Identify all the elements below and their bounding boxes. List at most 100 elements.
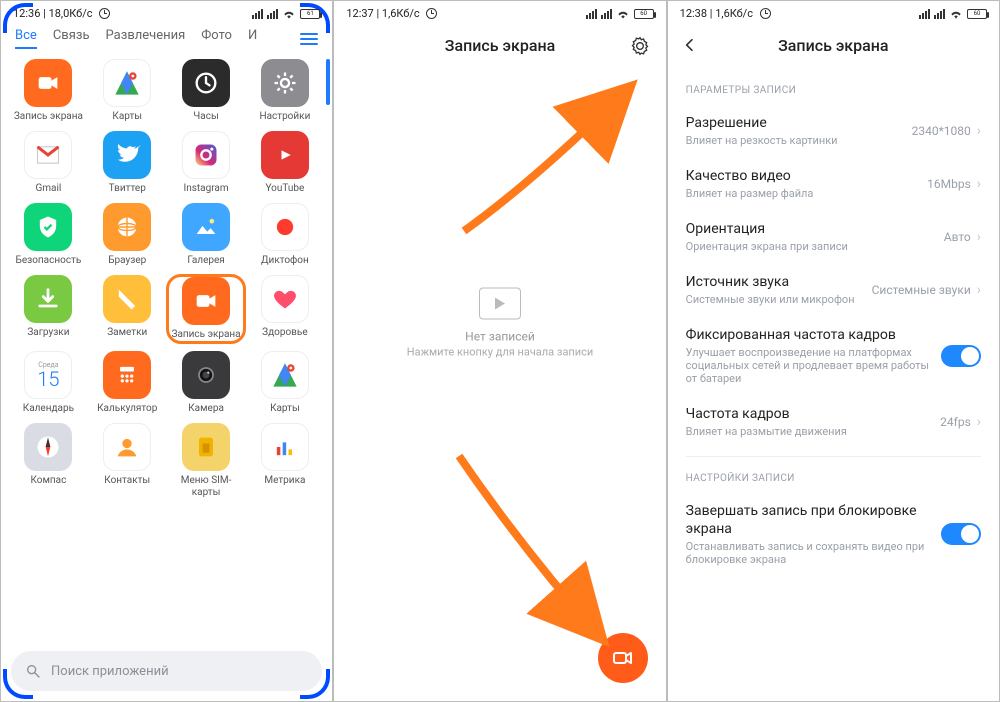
phone-recorder-settings: 12:38 | 1,6Кб/с 60 Запись экрана ПАРАМЕТ… — [667, 0, 1000, 702]
app-label: Калькулятор — [97, 403, 157, 415]
app-label: YouTube — [265, 183, 304, 195]
tab-communication[interactable]: Связь — [53, 28, 90, 49]
app-компас[interactable]: Компас — [9, 423, 88, 499]
app-камера[interactable]: Камера — [167, 351, 246, 415]
cam-icon — [24, 59, 72, 107]
app-диктофон[interactable]: Диктофон — [245, 203, 324, 267]
rec-icon — [261, 203, 309, 251]
toggle-switch[interactable] — [941, 345, 981, 367]
app-здоровье[interactable]: Здоровье — [245, 275, 324, 343]
app-браузер[interactable]: Браузер — [88, 203, 167, 267]
setting-title: Источник звука — [686, 273, 872, 291]
chevron-right-icon: › — [977, 282, 981, 298]
signal-icon — [601, 9, 612, 19]
setting-title: Фиксированная частота кадров — [686, 326, 941, 344]
setting-row[interactable]: Завершать запись при блокировке экранаОс… — [686, 492, 981, 576]
bars-icon — [261, 423, 309, 471]
category-tabs: Все Связь Развлечения Фото И — [1, 22, 332, 53]
app-label: Твиттер — [109, 183, 146, 195]
app-загрузки[interactable]: Загрузки — [9, 275, 88, 343]
setting-subtitle: Улучшает воспроизведение на платформах с… — [686, 346, 941, 385]
setting-row[interactable]: ОриентацияОриентация экрана при записиАв… — [686, 210, 981, 263]
battery-icon: 61 — [300, 9, 320, 19]
app-настройки[interactable]: Настройки — [245, 59, 324, 123]
setting-title: Разрешение — [686, 114, 912, 132]
setting-row[interactable]: Качество видеоВлияет на размер файла16Mb… — [686, 157, 981, 210]
annotation-arrow-icon — [444, 441, 644, 661]
battery-icon: 60 — [634, 9, 654, 19]
annotation-arrow-icon — [444, 71, 654, 251]
wifi-icon — [282, 9, 296, 19]
compass-icon — [24, 423, 72, 471]
twitter-icon — [103, 131, 151, 179]
wifi-icon — [949, 9, 963, 19]
setting-row[interactable]: Фиксированная частота кадров Улучшает вос… — [686, 316, 981, 395]
app-label: Галерея — [187, 255, 224, 267]
search-bar[interactable]: Поиск приложений — [11, 651, 322, 691]
app-меню-sim-карты[interactable]: Меню SIM-карты — [167, 423, 246, 499]
shield-icon — [24, 203, 72, 251]
status-right: 60 — [586, 9, 654, 19]
empty-subtitle: Нажмите кнопку для начала записи — [334, 346, 665, 359]
signal-icon — [267, 9, 278, 19]
app-grid: Запись экранаКартыЧасыНастройкиGmailТвит… — [1, 53, 332, 505]
app-метрика[interactable]: Метрика — [245, 423, 324, 499]
calendar-icon: Среда15 — [24, 351, 72, 399]
setting-subtitle: Влияет на размытие движения — [686, 425, 941, 438]
settings-section-1: ПАРАМЕТРЫ ЗАПИСИ РазрешениеВлияет на рез… — [668, 85, 999, 576]
search-placeholder: Поиск приложений — [51, 664, 169, 679]
cam-icon — [182, 277, 230, 325]
notes-icon — [103, 275, 151, 323]
app-label: Загрузки — [27, 327, 69, 339]
app-карты[interactable]: Карты — [245, 351, 324, 415]
clock-icon — [182, 59, 230, 107]
setting-subtitle: Влияет на размер файла — [686, 187, 927, 200]
tab-more[interactable]: И — [248, 28, 257, 49]
calc-icon — [103, 351, 151, 399]
setting-row[interactable]: Частота кадров Влияет на размытие движени… — [686, 395, 981, 448]
scrollbar[interactable] — [326, 59, 330, 105]
app-header: Запись экрана — [668, 22, 999, 69]
settings-button[interactable] — [630, 36, 650, 60]
setting-subtitle: Останавливать запись и сохранять видео п… — [686, 540, 941, 566]
app-label: Браузер — [108, 255, 146, 267]
signal-icon — [252, 9, 263, 19]
app-gmail[interactable]: Gmail — [9, 131, 88, 195]
setting-row[interactable]: РазрешениеВлияет на резкость картинки234… — [686, 104, 981, 157]
app-заметки[interactable]: Заметки — [88, 275, 167, 343]
setting-title: Частота кадров — [686, 405, 941, 423]
wifi-icon — [616, 9, 630, 19]
app-label: Камера — [188, 403, 224, 415]
app-запись-экрана[interactable]: Запись экрана — [167, 275, 246, 343]
chevron-left-icon — [682, 37, 698, 53]
app-галерея[interactable]: Галерея — [167, 203, 246, 267]
camera-icon — [182, 351, 230, 399]
chevron-right-icon: › — [977, 176, 981, 192]
chevron-right-icon: › — [977, 123, 981, 139]
setting-value: 24fps — [940, 415, 971, 429]
app-label: Часы — [193, 111, 218, 123]
app-твиттер[interactable]: Твиттер — [88, 131, 167, 195]
app-label: Контакты — [104, 475, 150, 487]
contacts-icon — [103, 423, 151, 471]
setting-title: Ориентация — [686, 220, 944, 238]
search-icon — [25, 663, 41, 679]
app-калькулятор[interactable]: Калькулятор — [88, 351, 167, 415]
app-youtube[interactable]: YouTube — [245, 131, 324, 195]
app-часы[interactable]: Часы — [167, 59, 246, 123]
toggle-switch[interactable] — [941, 523, 981, 545]
app-карты[interactable]: Карты — [88, 59, 167, 123]
app-безопасность[interactable]: Безопасность — [9, 203, 88, 267]
app-контакты[interactable]: Контакты — [88, 423, 167, 499]
app-instagram[interactable]: Instagram — [167, 131, 246, 195]
tab-entertainment[interactable]: Развлечения — [106, 28, 186, 49]
tab-photo[interactable]: Фото — [201, 28, 232, 49]
app-label: Диктофон — [261, 255, 309, 267]
signal-icon — [934, 9, 945, 19]
app-запись-экрана[interactable]: Запись экрана — [9, 59, 88, 123]
setting-row[interactable]: Источник звукаСистемные звуки или микроф… — [686, 263, 981, 316]
app-label: Здоровье — [262, 327, 307, 339]
back-button[interactable] — [682, 34, 698, 58]
app-календарь[interactable]: Среда15Календарь — [9, 351, 88, 415]
phone-app-drawer: 12:36 | 18,0Кб/с 61 Все Связь Развлечени… — [0, 0, 333, 702]
